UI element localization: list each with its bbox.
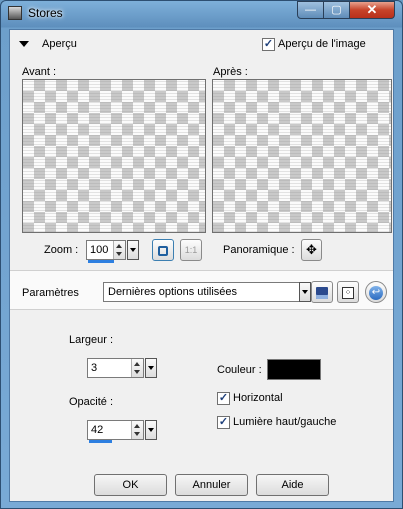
reset-button[interactable]: ↩ [365,281,387,303]
close-button[interactable]: ✕ [349,1,395,19]
help-button[interactable]: Aide [256,474,329,496]
opacite-level-bar [89,440,112,443]
largeur-label: Largeur : [69,334,114,346]
randomize-button[interactable]: ⁘ [337,281,359,303]
zoom-label: Zoom : [44,244,79,256]
dice-icon: ⁘ [342,286,354,299]
opacite-spin-arrows[interactable] [131,421,143,439]
apercu-label[interactable]: Aperçu [42,38,77,50]
panoramique-label: Panoramique : [223,244,295,256]
save-icon [316,286,328,299]
horizontal-checkbox[interactable]: ✓ [217,392,230,405]
collapse-triangle-icon[interactable] [18,39,32,49]
zoom-one-to-one-button[interactable]: 1:1 [180,239,202,261]
dialog-client-area: Aperçu ✓ Aperçu de l'image Avant : Après… [9,29,394,502]
largeur-spin-arrows[interactable] [131,359,143,377]
params-label: Paramètres [22,287,79,299]
zoom-value: 100 [90,244,109,256]
opacite-spinner[interactable]: 42 [87,420,144,443]
undo-arrow-icon: ↩ [369,285,383,300]
opacite-dropdown[interactable] [145,420,157,440]
app-icon [8,6,22,20]
zoom-dropdown[interactable] [127,240,139,260]
zoom-fit-button[interactable] [152,239,174,261]
largeur-spinner[interactable]: 3 [87,358,144,378]
separator [10,309,393,310]
after-preview[interactable] [212,79,392,233]
pan-button[interactable]: ✥ [301,239,322,261]
opacite-label: Opacité : [69,396,114,408]
preset-select[interactable]: Dernières options utilisées [103,282,300,302]
zoom-level-bar [88,260,114,263]
before-label: Avant : [22,66,57,78]
minimize-button[interactable]: — [297,1,324,19]
largeur-value: 3 [91,362,98,374]
fit-to-window-icon [158,245,168,256]
preset-dropdown[interactable] [299,282,311,302]
window-title: Stores [28,6,63,20]
lumiere-label[interactable]: Lumière haut/gauche [233,416,336,428]
show-image-label[interactable]: Aperçu de l'image [278,38,366,50]
cancel-button[interactable]: Annuler [175,474,248,496]
show-image-checkbox[interactable]: ✓ [262,38,275,51]
zoom-spinner[interactable]: 100 [86,240,126,263]
couleur-label: Couleur : [217,364,262,376]
before-preview[interactable] [22,79,206,233]
move-icon: ✥ [306,242,317,257]
preset-select-value: Dernières options utilisées [108,286,238,298]
dialog-window: Stores — ▢ ✕ Aperçu ✓ Aperçu de l'image … [0,0,403,509]
save-preset-button[interactable] [311,281,333,303]
largeur-dropdown[interactable] [145,358,157,378]
zoom-spin-arrows[interactable] [113,241,125,259]
ok-button[interactable]: OK [94,474,167,496]
lumiere-checkbox[interactable]: ✓ [217,416,230,429]
color-swatch[interactable] [267,359,321,380]
title-bar[interactable]: Stores — ▢ ✕ [1,1,402,25]
opacite-value: 42 [91,424,104,436]
maximize-button[interactable]: ▢ [323,1,350,19]
horizontal-label[interactable]: Horizontal [233,392,283,404]
after-label: Après : [213,66,248,78]
